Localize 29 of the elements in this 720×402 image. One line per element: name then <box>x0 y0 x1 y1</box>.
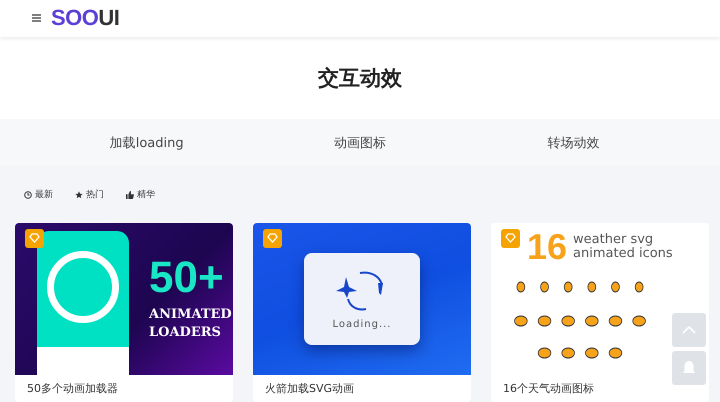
logo[interactable]: SOOUI <box>51 5 120 32</box>
thumbnail-caption: ANIMATED <box>149 306 232 324</box>
chevron-up-icon <box>682 325 696 335</box>
sort-filter[interactable]: 精华 <box>126 188 155 202</box>
bell-button[interactable] <box>672 351 706 385</box>
thumbs-up-icon <box>126 190 134 199</box>
card-title[interactable]: 50多个动画加载器 <box>15 375 233 402</box>
category-tab[interactable]: 动画图标 <box>332 132 388 157</box>
page-title: 交互动效 <box>318 64 402 92</box>
bell-icon <box>682 360 696 376</box>
sort-filter[interactable]: 热门 <box>75 188 104 202</box>
thumbnail-headline: 50+ <box>149 256 225 300</box>
diamond-badge-icon <box>25 229 44 248</box>
back-to-top-button[interactable] <box>672 313 706 347</box>
star-icon <box>75 190 83 199</box>
thumbnail-caption: weather svg <box>573 232 654 247</box>
category-tab[interactable]: 转场动效 <box>545 132 602 157</box>
diamond-badge-icon <box>501 229 520 248</box>
clock-icon <box>24 190 32 199</box>
menu-icon[interactable] <box>32 14 41 22</box>
sort-filter[interactable]: 最新 <box>24 188 53 202</box>
card-title[interactable]: 火箭加载SVG动画 <box>253 375 471 402</box>
thumbnail-headline: 16 <box>527 229 568 266</box>
thumbnail-caption: LOADERS <box>149 324 222 342</box>
category-tab[interactable]: 加载loading <box>108 132 186 157</box>
card-title[interactable]: 16个天气动画图标 <box>491 375 709 402</box>
loading-text: Loading... <box>332 318 392 330</box>
thumbnail-caption: animated icons <box>573 247 673 262</box>
diamond-badge-icon <box>263 229 282 248</box>
